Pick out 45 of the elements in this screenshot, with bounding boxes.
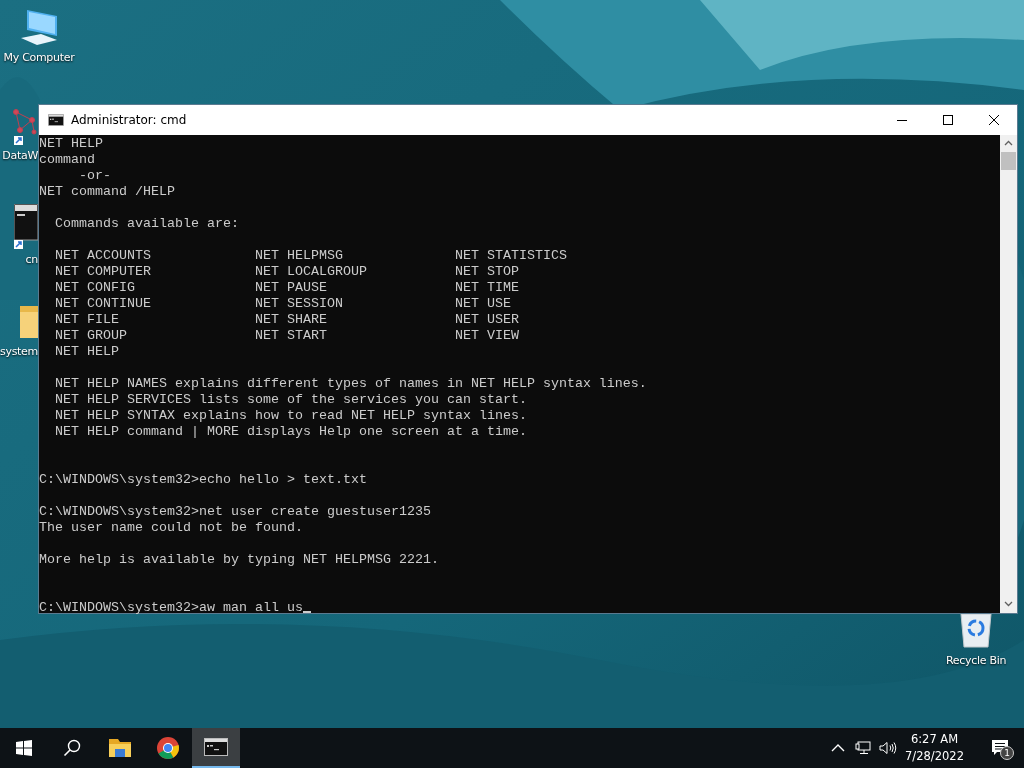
console-line: NET HELP SYNTAX explains how to read NET HELP syntax lines. xyxy=(54,408,527,424)
desktop-icon-label[interactable]: DataW xyxy=(2,149,38,162)
console-line: NET HELP xyxy=(54,344,119,360)
scrollbar[interactable] xyxy=(1000,135,1017,613)
windows-logo-icon xyxy=(16,740,32,756)
desktop-icon-label[interactable]: Recycle Bin xyxy=(945,654,1007,667)
console-line: NET GROUP NET START NET VIEW xyxy=(54,328,519,344)
clock-date[interactable]: 7/28/2022 xyxy=(905,748,964,765)
notification-badge: 1 xyxy=(1000,746,1014,760)
clock-time[interactable]: 6:27 AM xyxy=(910,731,959,748)
console-line: command xyxy=(39,152,95,168)
desktop-icon-label[interactable]: My Computer xyxy=(3,51,75,64)
console-line: NET ACCOUNTS NET HELPMSG NET STATISTICS xyxy=(54,248,567,264)
console-line: NET CONFIG NET PAUSE NET TIME xyxy=(54,280,519,296)
desktop-icon-label[interactable]: system xyxy=(0,345,38,358)
console-line: NET COMPUTER NET LOCALGROUP NET STOP xyxy=(54,264,519,280)
console-line: The user name could not be found. xyxy=(39,520,303,536)
console-line: NET HELP NAMES explains different types of names in NET HELP syntax lines. xyxy=(54,376,647,392)
search-icon xyxy=(63,739,81,757)
terminal-icon xyxy=(48,114,64,126)
console-line: More help is available by typing NET HELPMSG 2221. xyxy=(39,552,439,568)
console-line: NET HELP command | MORE displays Help one screen at a time. xyxy=(54,424,527,440)
console-line: Commands available are: xyxy=(54,216,239,232)
window-title: Administrator: cmd xyxy=(71,113,188,127)
console-line: NET FILE NET SHARE NET USER xyxy=(54,312,519,328)
volume-icon[interactable] xyxy=(879,741,898,755)
terminal-icon xyxy=(204,738,228,756)
recycle-bin-icon xyxy=(959,612,993,648)
close-icon xyxy=(989,115,999,125)
console-line: C:\WINDOWS\system32>aw man all us xyxy=(39,600,311,616)
taskbar-app-button[interactable] xyxy=(192,728,240,768)
console-line: C:\WINDOWS\system32>echo hello > text.txt xyxy=(39,472,367,488)
console-line: C:\WINDOWS\system32>net user create guestuser1235 xyxy=(39,504,431,520)
network-graph-icon xyxy=(12,106,38,146)
browser-icon xyxy=(157,737,179,759)
console-line: NET command /HELP xyxy=(39,184,175,200)
console-line: NET HELP SERVICES lists some of the services you can start. xyxy=(54,392,527,408)
console-line: NET HELP xyxy=(39,136,103,152)
maximize-icon xyxy=(943,115,953,125)
network-icon[interactable] xyxy=(855,741,872,755)
console-line: NET CONTINUE NET SESSION NET USE xyxy=(54,296,511,312)
desktop-icon-label[interactable]: cn xyxy=(25,253,38,266)
folder-icon xyxy=(109,739,131,757)
chevron-up-icon[interactable] xyxy=(831,744,846,752)
console-line: -or- xyxy=(78,168,111,184)
